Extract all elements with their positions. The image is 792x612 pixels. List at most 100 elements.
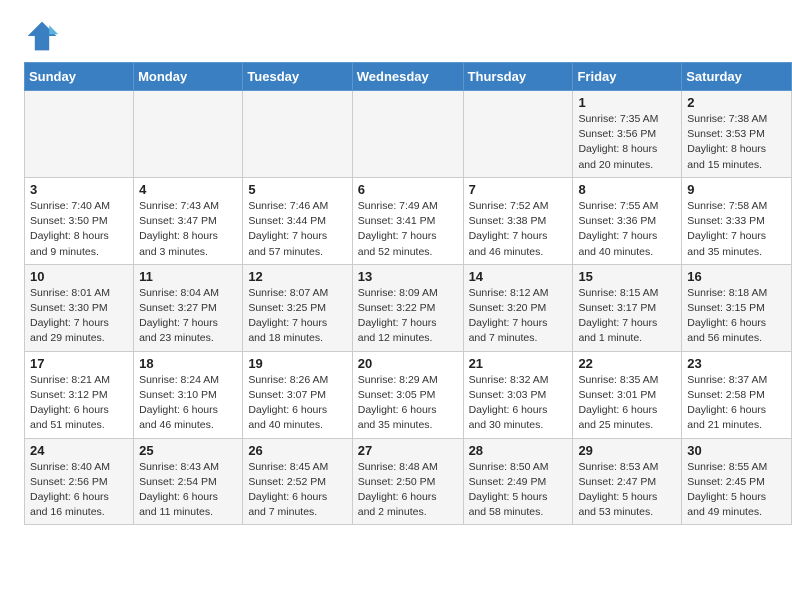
weekday-header: Tuesday — [243, 63, 352, 91]
page-header — [0, 0, 792, 62]
calendar-cell: 16Sunrise: 8:18 AM Sunset: 3:15 PM Dayli… — [682, 264, 792, 351]
day-detail: Sunrise: 8:01 AM Sunset: 3:30 PM Dayligh… — [30, 286, 128, 347]
calendar-cell: 23 Sunrise: 8:37 AM Sunset: 2:58 PM Dayli… — [682, 351, 792, 438]
logo — [24, 18, 64, 54]
day-detail: Sunrise: 8:55 AM Sunset: 2:45 PM Dayligh… — [687, 460, 786, 521]
calendar-cell — [463, 91, 573, 178]
day-detail: Sunrise: 8:48 AM Sunset: 2:50 PM Dayligh… — [358, 460, 458, 521]
day-number: 27 — [358, 443, 458, 458]
calendar-cell: 10 Sunrise: 8:01 AM Sunset: 3:30 PM Dayli… — [25, 264, 134, 351]
day-detail: Sunrise: 7:52 AM Sunset: 3:38 PM Dayligh… — [469, 199, 568, 260]
calendar-cell: 26Sunrise: 8:45 AM Sunset: 2:52 PM Dayli… — [243, 438, 352, 525]
calendar-cell: 21 Sunrise: 8:32 AM Sunset: 3:03 PM Dayli… — [463, 351, 573, 438]
calendar-body: 1 Sunrise: 7:35 AM Sunset: 3:56 PM Daylig… — [25, 91, 792, 525]
calendar-cell: 18Sunrise: 8:24 AM Sunset: 3:10 PM Dayli… — [134, 351, 243, 438]
day-number: 23 — [687, 356, 786, 371]
weekday-row: SundayMondayTuesdayWednesdayThursdayFrid… — [25, 63, 792, 91]
calendar-cell: 6 Sunrise: 7:49 AM Sunset: 3:41 PM Daylig… — [352, 177, 463, 264]
weekday-header: Monday — [134, 63, 243, 91]
calendar-table: SundayMondayTuesdayWednesdayThursdayFrid… — [24, 62, 792, 525]
day-detail: Sunrise: 8:29 AM Sunset: 3:05 PM Dayligh… — [358, 373, 458, 434]
day-number: 11 — [139, 269, 237, 284]
calendar-cell: 27 Sunrise: 8:48 AM Sunset: 2:50 PM Dayli… — [352, 438, 463, 525]
day-detail: Sunrise: 8:35 AM Sunset: 3:01 PM Dayligh… — [578, 373, 676, 434]
day-number: 21 — [469, 356, 568, 371]
day-detail: Sunrise: 8:50 AM Sunset: 2:49 PM Dayligh… — [469, 460, 568, 521]
day-detail: Sunrise: 8:45 AM Sunset: 2:52 PM Dayligh… — [248, 460, 346, 521]
calendar-cell: 19 Sunrise: 8:26 AM Sunset: 3:07 PM Dayli… — [243, 351, 352, 438]
day-detail: Sunrise: 8:37 AM Sunset: 2:58 PM Dayligh… — [687, 373, 786, 434]
day-detail: Sunrise: 7:43 AM Sunset: 3:47 PM Dayligh… — [139, 199, 237, 260]
day-detail: Sunrise: 8:15 AM Sunset: 3:17 PM Dayligh… — [578, 286, 676, 347]
day-number: 4 — [139, 182, 237, 197]
day-detail: Sunrise: 7:49 AM Sunset: 3:41 PM Dayligh… — [358, 199, 458, 260]
calendar-cell — [243, 91, 352, 178]
weekday-header: Friday — [573, 63, 682, 91]
day-detail: Sunrise: 8:32 AM Sunset: 3:03 PM Dayligh… — [469, 373, 568, 434]
weekday-header: Thursday — [463, 63, 573, 91]
calendar-cell: 17Sunrise: 8:21 AM Sunset: 3:12 PM Dayli… — [25, 351, 134, 438]
calendar-cell: 11Sunrise: 8:04 AM Sunset: 3:27 PM Dayli… — [134, 264, 243, 351]
weekday-header: Wednesday — [352, 63, 463, 91]
day-detail: Sunrise: 8:12 AM Sunset: 3:20 PM Dayligh… — [469, 286, 568, 347]
day-number: 30 — [687, 443, 786, 458]
day-detail: Sunrise: 7:46 AM Sunset: 3:44 PM Dayligh… — [248, 199, 346, 260]
day-detail: Sunrise: 8:07 AM Sunset: 3:25 PM Dayligh… — [248, 286, 346, 347]
day-number: 12 — [248, 269, 346, 284]
day-number: 14 — [469, 269, 568, 284]
calendar-cell: 30 Sunrise: 8:55 AM Sunset: 2:45 PM Dayli… — [682, 438, 792, 525]
weekday-header: Saturday — [682, 63, 792, 91]
calendar-cell: 29 Sunrise: 8:53 AM Sunset: 2:47 PM Dayli… — [573, 438, 682, 525]
day-detail: Sunrise: 7:40 AM Sunset: 3:50 PM Dayligh… — [30, 199, 128, 260]
day-number: 9 — [687, 182, 786, 197]
calendar-wrap: SundayMondayTuesdayWednesdayThursdayFrid… — [0, 62, 792, 537]
day-detail: Sunrise: 8:26 AM Sunset: 3:07 PM Dayligh… — [248, 373, 346, 434]
calendar-cell: 3 Sunrise: 7:40 AM Sunset: 3:50 PM Daylig… — [25, 177, 134, 264]
calendar-cell: 24 Sunrise: 8:40 AM Sunset: 2:56 PM Dayli… — [25, 438, 134, 525]
calendar-cell: 15Sunrise: 8:15 AM Sunset: 3:17 PM Dayli… — [573, 264, 682, 351]
day-number: 7 — [469, 182, 568, 197]
day-number: 5 — [248, 182, 346, 197]
calendar-cell: 5 Sunrise: 7:46 AM Sunset: 3:44 PM Daylig… — [243, 177, 352, 264]
day-number: 19 — [248, 356, 346, 371]
day-number: 10 — [30, 269, 128, 284]
calendar-cell: 13Sunrise: 8:09 AM Sunset: 3:22 PM Dayli… — [352, 264, 463, 351]
calendar-week-row: 1 Sunrise: 7:35 AM Sunset: 3:56 PM Daylig… — [25, 91, 792, 178]
calendar-cell: 20 Sunrise: 8:29 AM Sunset: 3:05 PM Dayli… — [352, 351, 463, 438]
calendar-header: SundayMondayTuesdayWednesdayThursdayFrid… — [25, 63, 792, 91]
day-number: 8 — [578, 182, 676, 197]
calendar-week-row: 3 Sunrise: 7:40 AM Sunset: 3:50 PM Daylig… — [25, 177, 792, 264]
calendar-cell: 4 Sunrise: 7:43 AM Sunset: 3:47 PM Daylig… — [134, 177, 243, 264]
day-number: 22 — [578, 356, 676, 371]
day-detail: Sunrise: 7:35 AM Sunset: 3:56 PM Dayligh… — [578, 112, 676, 173]
day-number: 29 — [578, 443, 676, 458]
day-number: 1 — [578, 95, 676, 110]
day-number: 28 — [469, 443, 568, 458]
day-number: 2 — [687, 95, 786, 110]
day-number: 3 — [30, 182, 128, 197]
calendar-cell: 8 Sunrise: 7:55 AM Sunset: 3:36 PM Daylig… — [573, 177, 682, 264]
calendar-cell: 25Sunrise: 8:43 AM Sunset: 2:54 PM Dayli… — [134, 438, 243, 525]
calendar-cell — [25, 91, 134, 178]
day-number: 24 — [30, 443, 128, 458]
day-number: 16 — [687, 269, 786, 284]
calendar-cell: 14 Sunrise: 8:12 AM Sunset: 3:20 PM Dayli… — [463, 264, 573, 351]
calendar-cell — [134, 91, 243, 178]
calendar-week-row: 10 Sunrise: 8:01 AM Sunset: 3:30 PM Dayli… — [25, 264, 792, 351]
day-detail: Sunrise: 7:58 AM Sunset: 3:33 PM Dayligh… — [687, 199, 786, 260]
day-detail: Sunrise: 8:09 AM Sunset: 3:22 PM Dayligh… — [358, 286, 458, 347]
weekday-header: Sunday — [25, 63, 134, 91]
day-detail: Sunrise: 7:55 AM Sunset: 3:36 PM Dayligh… — [578, 199, 676, 260]
calendar-week-row: 24 Sunrise: 8:40 AM Sunset: 2:56 PM Dayli… — [25, 438, 792, 525]
day-number: 20 — [358, 356, 458, 371]
day-detail: Sunrise: 8:53 AM Sunset: 2:47 PM Dayligh… — [578, 460, 676, 521]
day-number: 18 — [139, 356, 237, 371]
calendar-cell: 22 Sunrise: 8:35 AM Sunset: 3:01 PM Dayli… — [573, 351, 682, 438]
day-detail: Sunrise: 8:40 AM Sunset: 2:56 PM Dayligh… — [30, 460, 128, 521]
calendar-cell: 12 Sunrise: 8:07 AM Sunset: 3:25 PM Dayli… — [243, 264, 352, 351]
calendar-cell: 7 Sunrise: 7:52 AM Sunset: 3:38 PM Daylig… — [463, 177, 573, 264]
calendar-cell: 28 Sunrise: 8:50 AM Sunset: 2:49 PM Dayli… — [463, 438, 573, 525]
day-number: 17 — [30, 356, 128, 371]
logo-icon — [24, 18, 60, 54]
day-number: 6 — [358, 182, 458, 197]
